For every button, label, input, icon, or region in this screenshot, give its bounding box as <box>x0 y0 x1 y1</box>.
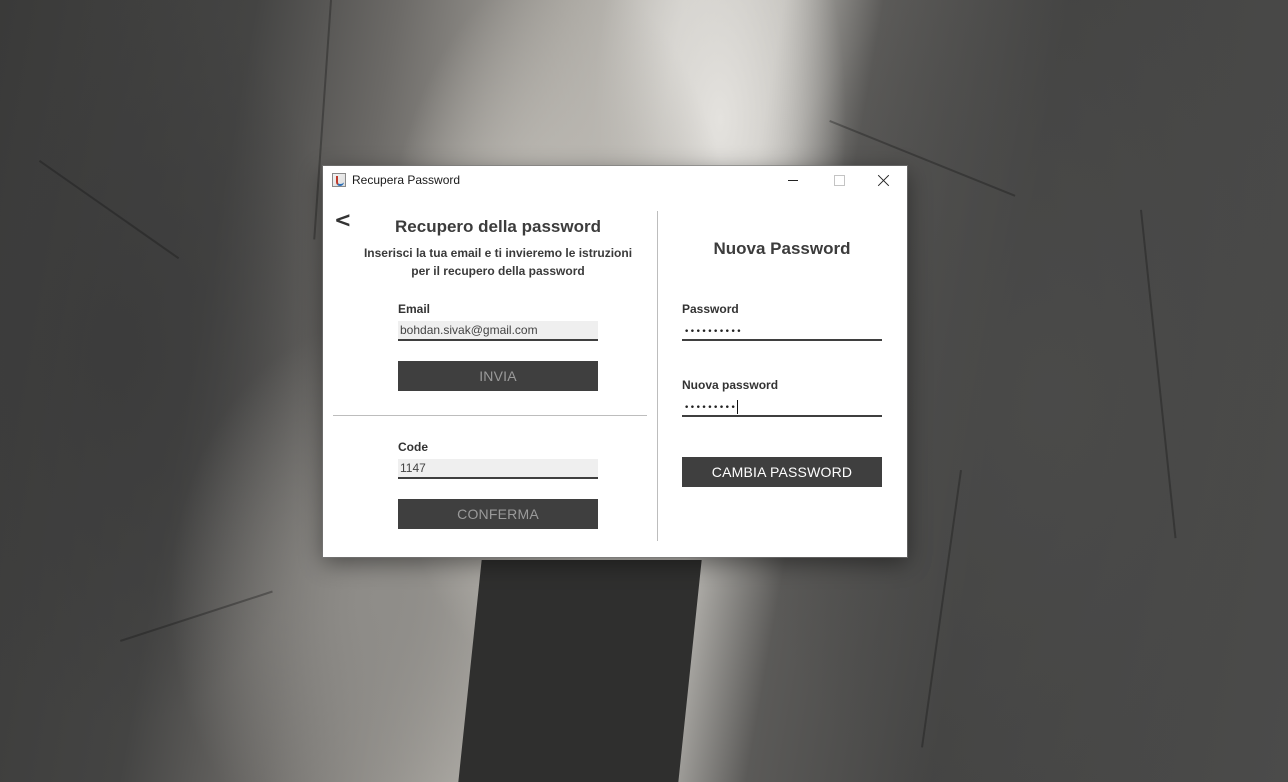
code-field[interactable]: 1147 <box>398 459 598 479</box>
panel-divider <box>657 211 658 541</box>
close-button[interactable] <box>861 166 907 194</box>
wallpaper-crack <box>1140 209 1177 539</box>
change-password-button[interactable]: CAMBIA PASSWORD <box>682 457 882 487</box>
back-button[interactable]: < <box>334 210 352 231</box>
email-field[interactable]: bohdan.sivak@gmail.com <box>398 321 598 341</box>
code-label: Code <box>398 440 428 454</box>
recover-password-window: Recupera Password < Recupero della passw… <box>323 166 907 557</box>
send-button[interactable]: INVIA <box>398 361 598 391</box>
maximize-button <box>816 166 862 194</box>
new-password-field[interactable]: ••••••••• <box>682 397 882 417</box>
wallpaper-crack <box>120 590 273 642</box>
close-icon <box>878 174 890 186</box>
confirm-button[interactable]: CONFERMA <box>398 499 598 529</box>
java-cup-icon <box>332 173 346 187</box>
minimize-button[interactable] <box>770 166 816 194</box>
maximize-icon <box>834 175 845 186</box>
section-divider <box>333 415 647 416</box>
recovery-instructions-line1: Inserisci la tua email e ti invieremo le… <box>363 246 633 260</box>
password-value: •••••••••• <box>684 327 743 337</box>
recovery-instructions: Inserisci la tua email e ti invieremo le… <box>353 244 643 280</box>
recovery-title: Recupero della password <box>395 217 601 236</box>
password-label: Password <box>682 302 739 316</box>
new-password-title: Nuova Password <box>713 239 851 258</box>
wallpaper-crack <box>38 160 180 260</box>
title-bar: Recupera Password <box>323 166 907 194</box>
minimize-icon <box>788 180 798 181</box>
new-password-label: Nuova password <box>682 378 779 392</box>
email-label: Email <box>398 302 431 316</box>
window-title: Recupera Password <box>352 173 461 187</box>
wallpaper-crack <box>921 470 962 748</box>
recovery-instructions-line2: per il recupero della password <box>411 264 585 278</box>
text-caret <box>737 399 739 414</box>
wallpaper-rock-shadow <box>458 560 702 782</box>
password-field[interactable]: •••••••••• <box>682 321 882 341</box>
new-password-value: ••••••••• <box>684 403 737 413</box>
